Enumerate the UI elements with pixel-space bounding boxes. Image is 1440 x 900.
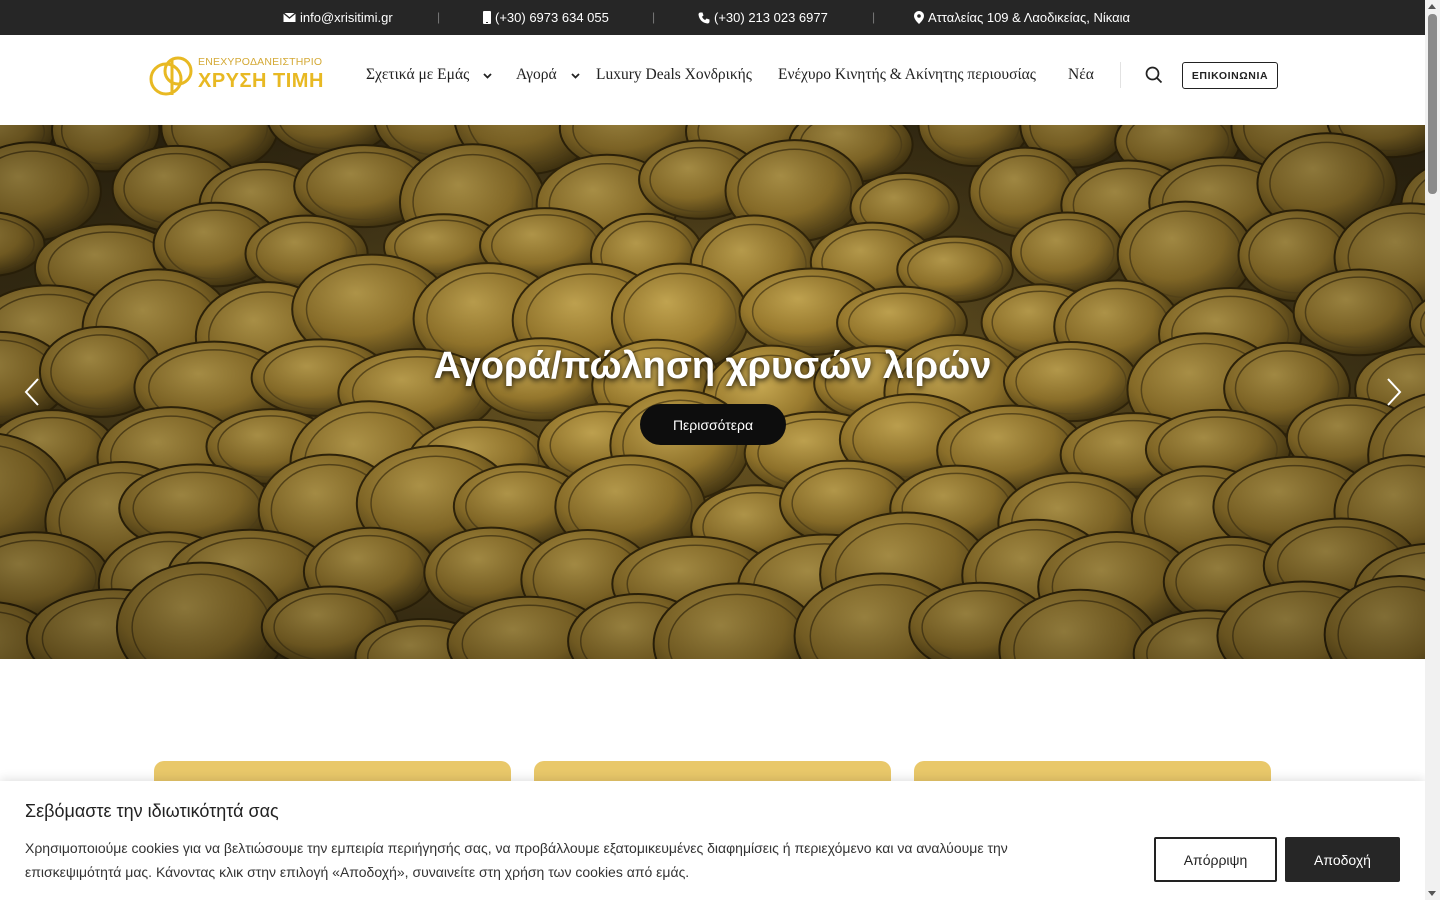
coins-background-image [0,125,1425,659]
map-marker-icon [914,11,924,24]
scroll-up-icon[interactable] [1428,4,1436,9]
nav-item-buy[interactable]: Αγορά [516,66,580,84]
nav-news-label: Νέα [1068,66,1094,83]
chevron-down-icon [483,66,492,84]
nav-item-pledge[interactable]: Ενέχυρο Κινητής & Ακίνητης περιουσίας [778,66,1036,84]
mobile-link[interactable]: (+30) 6973 634 055 [483,10,609,25]
page-scrollbar[interactable] [1425,0,1440,900]
site-header: ΕΝΕΧΥΡΟΔΑΝΕΙΣΤΗΡΙΟ ΧΡΥΣΗ ΤΙΜΗ Σχετικά με… [0,35,1425,125]
phone-icon [698,12,710,24]
accept-cookies-button[interactable]: Αποδοχή [1285,837,1400,882]
chevron-down-icon [570,66,580,84]
nav-pledge-label: Ενέχυρο Κινητής & Ακίνητης περιουσίας [778,66,1036,83]
address-text: Ατταλείας 109 & Λαοδικείας, Νίκαια [928,10,1130,25]
search-icon[interactable] [1144,65,1164,85]
site-logo[interactable]: ΕΝΕΧΥΡΟΔΑΝΕΙΣΤΗΡΙΟ ΧΡΥΣΗ ΤΙΜΗ [148,51,323,101]
contact-button[interactable]: ΕΠΙΚΟΙΝΩΝΙΑ [1182,62,1278,89]
scroll-down-icon[interactable] [1428,891,1436,896]
cookie-title: Σεβόμαστε την ιδιωτικότητά σας [25,801,279,821]
mobile-phone-icon [483,11,491,24]
email-link[interactable]: info@xrisitimi.gr [283,10,393,25]
logo-mark-icon [149,56,193,96]
arrow-right-icon[interactable] [1382,375,1406,409]
nav-luxury-label: Luxury Deals Χονδρικής [596,66,752,83]
phone-text: (+30) 213 023 6977 [714,10,828,25]
scrollbar-thumb[interactable] [1428,14,1437,194]
address-link[interactable]: Ατταλείας 109 & Λαοδικείας, Νίκαια [914,10,1130,25]
top-contact-bar: info@xrisitimi.gr | (+30) 6973 634 055 |… [0,0,1425,35]
reject-cookies-button[interactable]: Απόρριψη [1154,837,1277,882]
logo-subtitle: ΕΝΕΧΥΡΟΔΑΝΕΙΣΤΗΡΙΟ [198,56,323,68]
phone-link[interactable]: (+30) 213 023 6977 [698,10,828,25]
separator: | [652,10,656,24]
nav-about-label: Σχετικά με Εμάς [366,66,470,83]
hero-slider: Αγορά/πώληση χρυσών λιρών Περισσότερα [0,125,1425,659]
nav-buy-label: Αγορά [516,66,557,83]
separator: | [437,10,441,24]
nav-divider [1120,62,1121,88]
cookie-banner: Σεβόμαστε την ιδιωτικότητά σας Χρησιμοπο… [0,781,1425,900]
hero-title: Αγορά/πώληση χρυσών λιρών [433,345,992,387]
cookie-text: Χρησιμοποιούμε cookies για να βελτιώσουμ… [25,840,1008,880]
email-text: info@xrisitimi.gr [300,10,393,25]
envelope-icon [283,12,296,23]
mobile-text: (+30) 6973 634 055 [495,10,609,25]
nav-item-luxury[interactable]: Luxury Deals Χονδρικής [596,66,752,84]
separator: | [872,10,876,24]
nav-item-about[interactable]: Σχετικά με Εμάς [366,66,492,84]
nav-item-news[interactable]: Νέα [1068,66,1094,84]
hero-more-button[interactable]: Περισσότερα [640,404,786,445]
arrow-left-icon[interactable] [20,375,44,409]
logo-title: ΧΡΥΣΗ ΤΙΜΗ [198,70,324,92]
